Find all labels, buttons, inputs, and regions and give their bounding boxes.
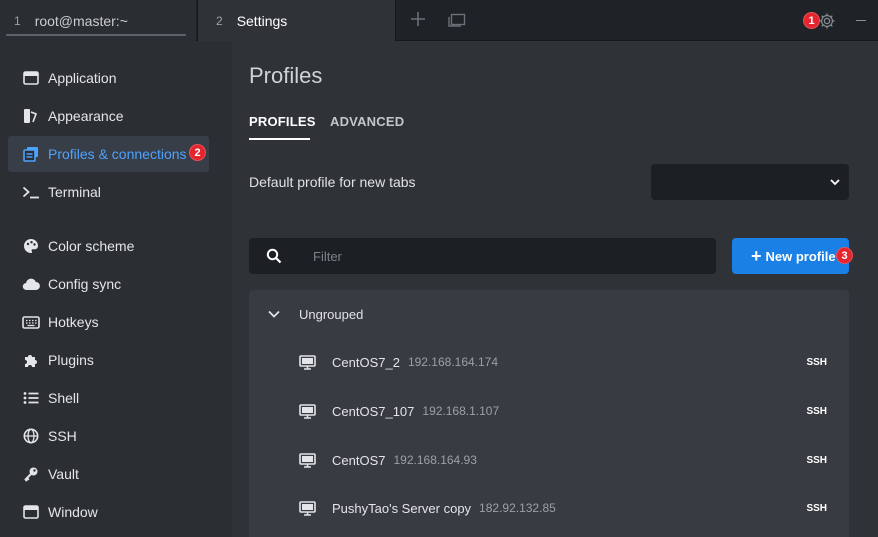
sidebar-item-plugins[interactable]: Plugins — [8, 342, 209, 378]
profile-host: 182.92.132.85 — [479, 501, 556, 515]
profile-type: SSH — [806, 454, 827, 466]
sidebar-item-appearance[interactable]: Appearance — [8, 98, 209, 134]
profile-row[interactable]: CentOS7 192.168.164.93 SSH — [249, 436, 849, 484]
sidebar-item-color-scheme[interactable]: Color scheme — [8, 228, 209, 264]
new-profile-button[interactable]: + New profile — [732, 238, 849, 274]
profiles-icon — [22, 145, 40, 163]
tab-settings[interactable]: 2 Settings — [197, 0, 396, 41]
sidebar-item-label: Color scheme — [48, 238, 135, 254]
annotation-badge-1: 1 — [803, 12, 820, 29]
profile-host: 192.168.1.107 — [422, 404, 500, 418]
profile-type: SSH — [806, 502, 827, 514]
filter-box — [249, 238, 716, 274]
filter-input[interactable] — [313, 246, 693, 266]
monitor-icon — [299, 354, 316, 370]
cloud-icon — [22, 275, 40, 293]
terminal-icon — [22, 183, 40, 201]
tab-advanced[interactable]: ADVANCED — [330, 114, 404, 129]
profile-host: 192.168.164.93 — [393, 453, 477, 467]
palette-icon — [22, 237, 40, 255]
key-icon — [22, 465, 40, 483]
sidebar-item-label: Profiles & connections — [48, 146, 187, 162]
settings-sidebar: Application Appearance Profiles & connec… — [0, 41, 232, 537]
monitor-icon — [299, 403, 316, 419]
profile-name: CentOS7 — [332, 452, 386, 468]
monitor-icon — [299, 500, 316, 516]
puzzle-icon — [22, 351, 40, 369]
sidebar-item-config-sync[interactable]: Config sync — [8, 266, 209, 302]
profile-type: SSH — [806, 405, 827, 417]
search-icon — [266, 248, 282, 264]
sidebar-item-label: Shell — [48, 390, 80, 406]
sidebar-item-label: Plugins — [48, 352, 94, 368]
default-profile-select[interactable] — [651, 164, 849, 200]
sidebar-item-shell[interactable]: Shell — [8, 380, 209, 416]
sidebar-item-label: Hotkeys — [48, 314, 99, 330]
group-name: Ungrouped — [299, 306, 364, 322]
sidebar-item-window[interactable]: Window — [8, 494, 209, 530]
sidebar-item-label: Vault — [48, 466, 79, 482]
palette-icon — [22, 107, 40, 125]
sidebar-item-hotkeys[interactable]: Hotkeys — [8, 304, 209, 340]
chevron-down-icon — [829, 175, 841, 187]
tab-number: 1 — [14, 13, 21, 28]
default-profile-label: Default profile for new tabs — [249, 174, 416, 190]
sidebar-item-profiles-connections[interactable]: Profiles & connections — [8, 136, 209, 172]
sidebar-item-application[interactable]: Application — [8, 60, 209, 96]
profiles-menu-icon[interactable] — [448, 11, 466, 30]
tab-number: 2 — [216, 13, 223, 28]
profile-type: SSH — [806, 356, 827, 368]
profile-host: 192.168.164.174 — [407, 355, 499, 369]
gear-icon[interactable] — [818, 12, 836, 30]
settings-main: Profiles PROFILES ADVANCED Default profi… — [232, 41, 878, 537]
profile-name: PushyTao's Server copy — [332, 500, 472, 516]
profile-name: CentOS7_107 — [332, 403, 415, 419]
annotation-badge-2: 2 — [189, 144, 206, 161]
sidebar-item-ssh[interactable]: SSH — [8, 418, 209, 454]
window-icon — [22, 69, 40, 87]
sidebar-item-label: Application — [48, 70, 117, 86]
profile-row[interactable]: CentOS7_2 192.168.164.174 SSH — [249, 338, 849, 386]
new-profile-label: New profile — [765, 248, 836, 264]
minimize-icon[interactable] — [856, 20, 866, 21]
plus-icon[interactable] — [410, 11, 426, 30]
sidebar-item-vault[interactable]: Vault — [8, 456, 209, 492]
sidebar-item-label: Terminal — [48, 184, 101, 200]
sidebar-item-label: Appearance — [48, 108, 124, 124]
plus-icon: + — [751, 246, 762, 266]
annotation-badge-3: 3 — [836, 247, 853, 264]
monitor-icon — [299, 452, 316, 468]
keyboard-icon — [22, 313, 40, 331]
tab-bar: 1 root@master:~ 2 Settings 1 — [0, 0, 878, 41]
tab-title: root@master:~ — [34, 12, 128, 29]
sidebar-item-label: Window — [48, 504, 98, 520]
profile-row[interactable]: CentOS7_107 192.168.1.107 SSH — [249, 387, 849, 435]
tab-profiles[interactable]: PROFILES — [249, 114, 316, 129]
list-icon — [22, 389, 40, 407]
profile-row[interactable]: PushyTao's Server copy 182.92.132.85 SSH — [249, 484, 849, 532]
page-title: Profiles — [249, 63, 323, 88]
sidebar-item-label: Config sync — [48, 276, 122, 292]
active-tab-indicator — [249, 138, 310, 140]
chevron-down-icon — [267, 307, 281, 321]
globe-icon — [22, 427, 40, 445]
tab-title: Settings — [236, 12, 288, 29]
tab-terminal[interactable]: 1 root@master:~ — [0, 0, 196, 41]
group-header-ungrouped[interactable]: Ungrouped — [249, 290, 849, 338]
sidebar-item-terminal[interactable]: Terminal — [8, 174, 209, 210]
profile-name: CentOS7_2 — [332, 354, 400, 370]
window-icon — [22, 503, 40, 521]
tab-progress-line — [6, 34, 186, 36]
profile-list: Ungrouped CentOS7_2 192.168.164.174 SSH … — [249, 290, 849, 537]
sidebar-item-label: SSH — [48, 428, 77, 444]
